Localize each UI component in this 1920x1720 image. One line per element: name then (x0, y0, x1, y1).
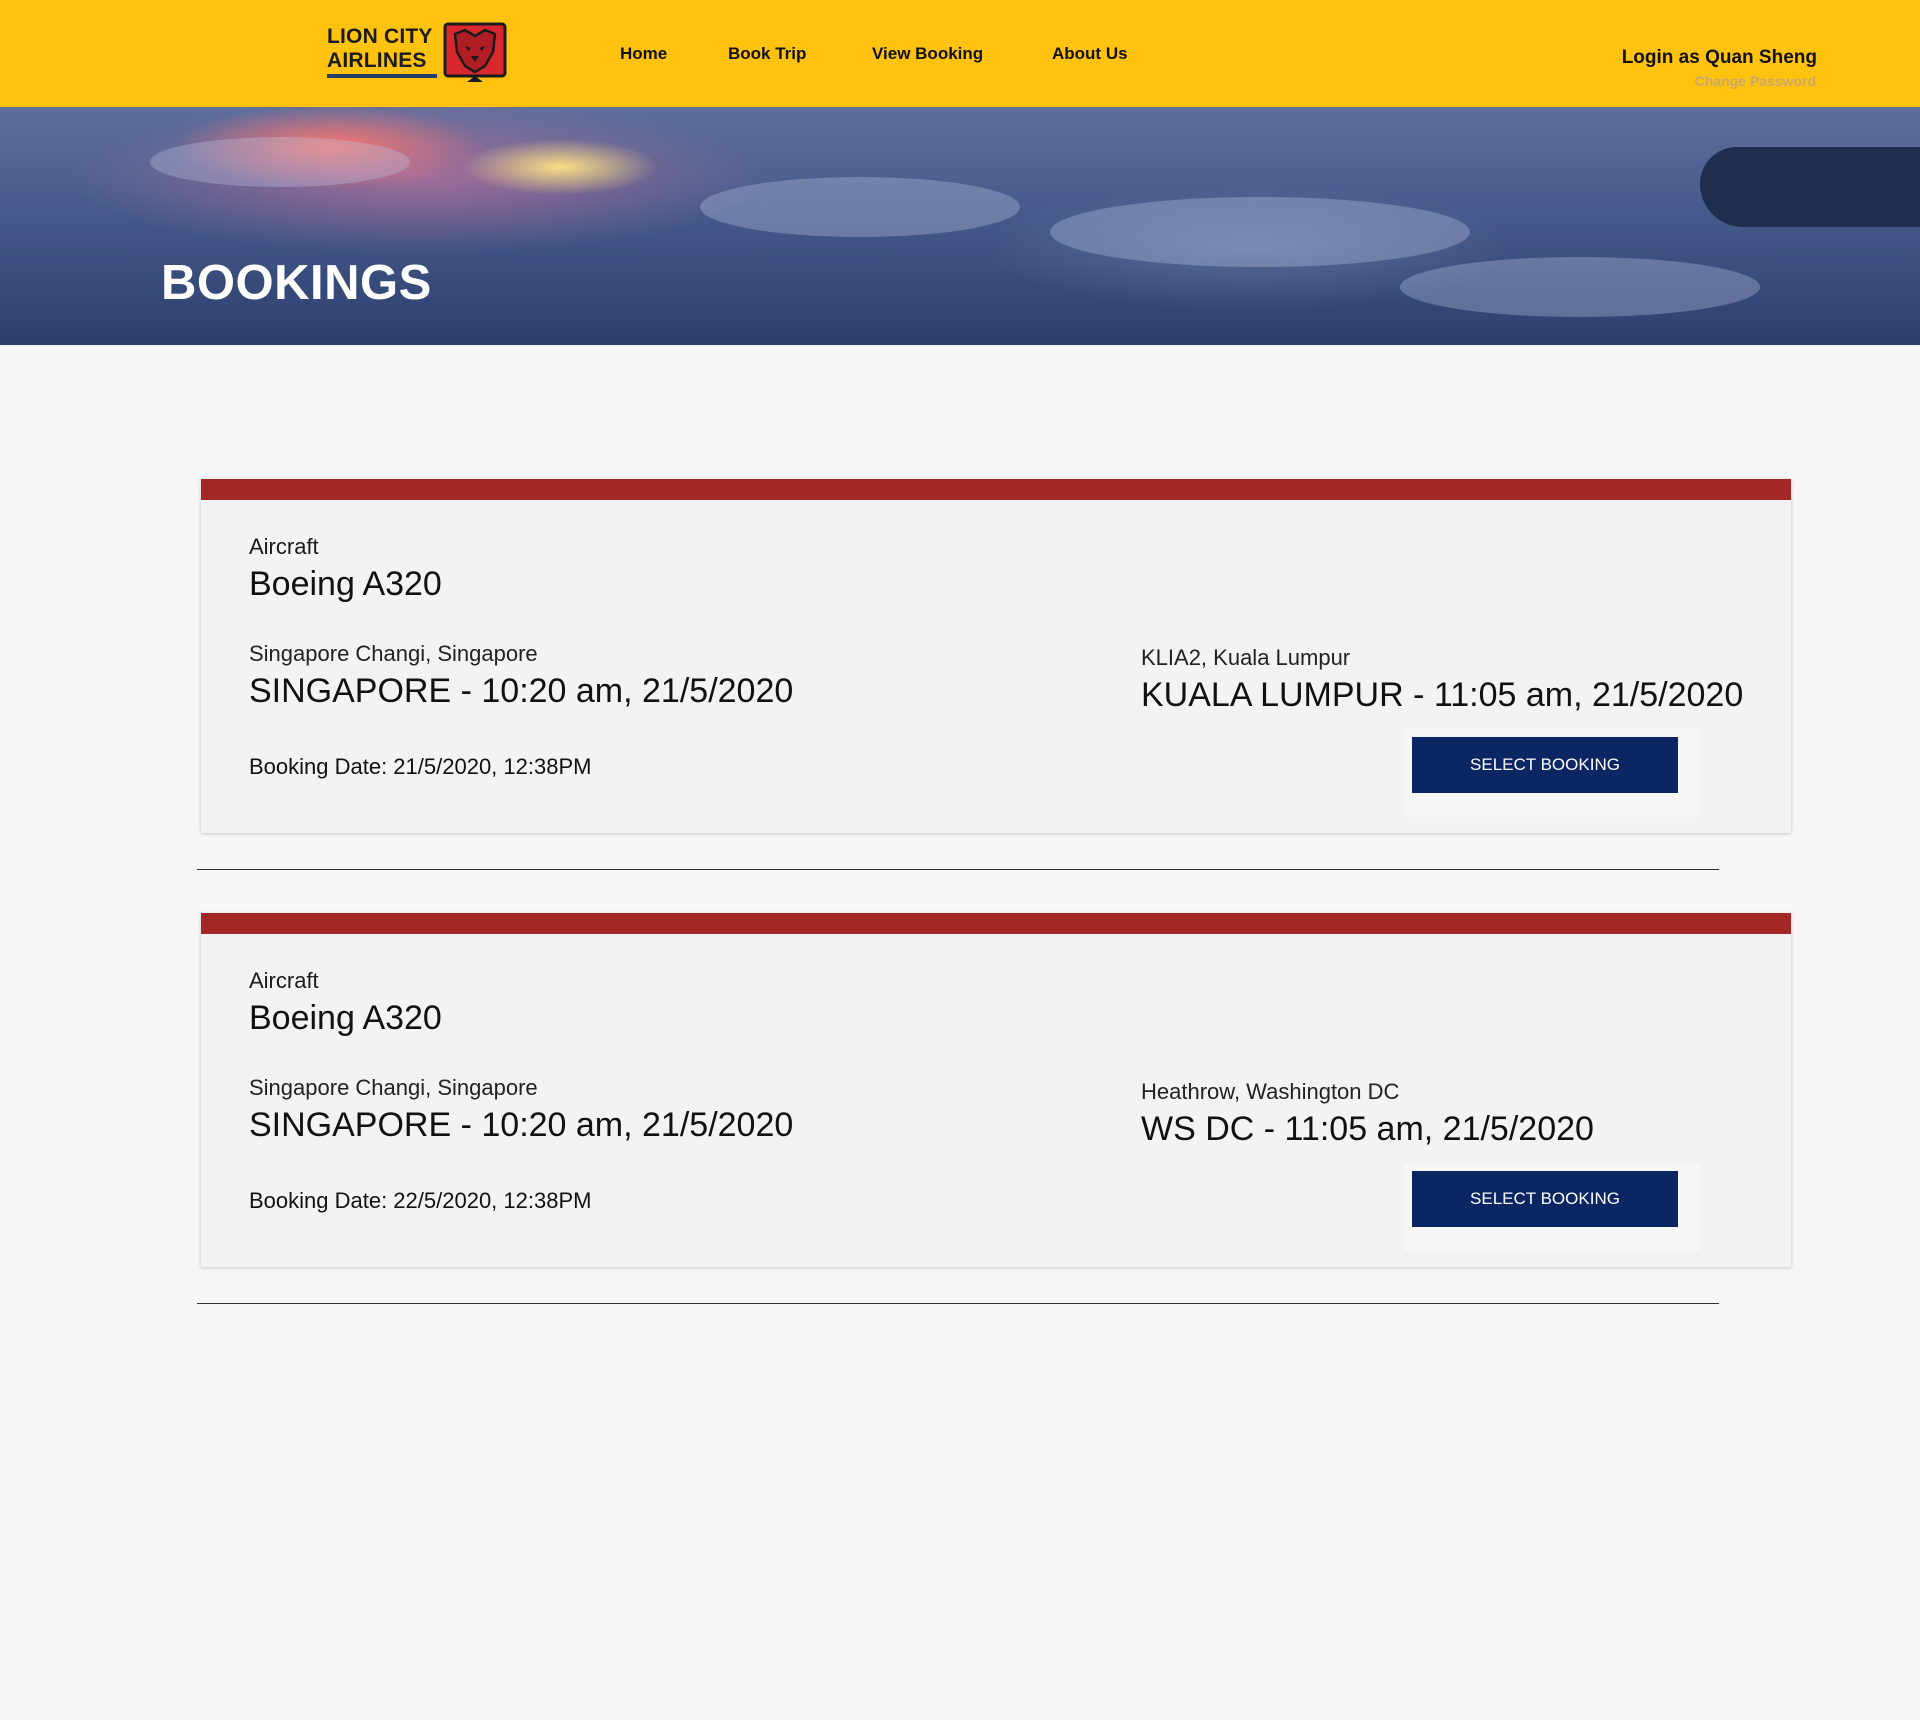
aircraft-name: Boeing A320 (249, 565, 442, 603)
aircraft-label: Aircraft (249, 968, 319, 993)
departure-airport: Singapore Changi, Singapore (249, 1075, 538, 1100)
aircraft-label: Aircraft (249, 534, 319, 559)
nav-view-booking[interactable]: View Booking (872, 44, 983, 64)
logo-underline (327, 74, 437, 78)
login-status[interactable]: Login as Quan Sheng (1622, 47, 1817, 69)
divider (197, 1303, 1719, 1304)
hero-cloud (1050, 197, 1470, 267)
airline-logo[interactable]: LION CITY AIRLINES (327, 18, 509, 84)
hero-banner: BOOKINGS (0, 107, 1920, 345)
arrival-airport: KLIA2, Kuala Lumpur (1141, 645, 1351, 670)
divider (197, 869, 1719, 870)
departure-time: SINGAPORE - 10:20 am, 21/5/2020 (249, 672, 794, 710)
logo-line-2: AIRLINES (327, 49, 427, 72)
nav-book-trip[interactable]: Book Trip (728, 44, 806, 64)
nav-home[interactable]: Home (620, 44, 667, 64)
booking-card: Aircraft Boeing A320 Singapore Changi, S… (201, 913, 1791, 1267)
booking-date: Booking Date: 21/5/2020, 12:38PM (249, 754, 592, 779)
logo-text: LION CITY AIRLINES (327, 25, 433, 73)
hero-cloud (700, 177, 1020, 237)
aircraft-wing (1700, 147, 1920, 227)
select-booking-button[interactable]: SELECT BOOKING (1412, 737, 1678, 793)
select-booking-button[interactable]: SELECT BOOKING (1412, 1171, 1678, 1227)
hero-cloud (1400, 257, 1760, 317)
card-header-bar (201, 913, 1791, 934)
booking-card: Aircraft Boeing A320 Singapore Changi, S… (201, 479, 1791, 833)
card-header-bar (201, 479, 1791, 500)
arrival-time: KUALA LUMPUR - 11:05 am, 21/5/2020 (1141, 676, 1744, 714)
lion-head-icon (443, 22, 507, 82)
change-password-link[interactable]: Change Password (1695, 73, 1816, 89)
button-container: SELECT BOOKING (1404, 1163, 1700, 1251)
button-container: SELECT BOOKING (1404, 729, 1700, 817)
arrival-time: WS DC - 11:05 am, 21/5/2020 (1141, 1110, 1594, 1148)
top-navigation-bar: LION CITY AIRLINES Home Book Trip View B… (0, 0, 1920, 107)
departure-airport: Singapore Changi, Singapore (249, 641, 538, 666)
arrival-airport: Heathrow, Washington DC (1141, 1079, 1400, 1104)
hero-cloud (150, 137, 410, 187)
page-title: BOOKINGS (161, 256, 432, 310)
booking-date: Booking Date: 22/5/2020, 12:38PM (249, 1188, 592, 1213)
departure-time: SINGAPORE - 10:20 am, 21/5/2020 (249, 1106, 794, 1144)
logo-line-1: LION CITY (327, 25, 433, 48)
nav-about-us[interactable]: About Us (1052, 44, 1128, 64)
aircraft-name: Boeing A320 (249, 999, 442, 1037)
